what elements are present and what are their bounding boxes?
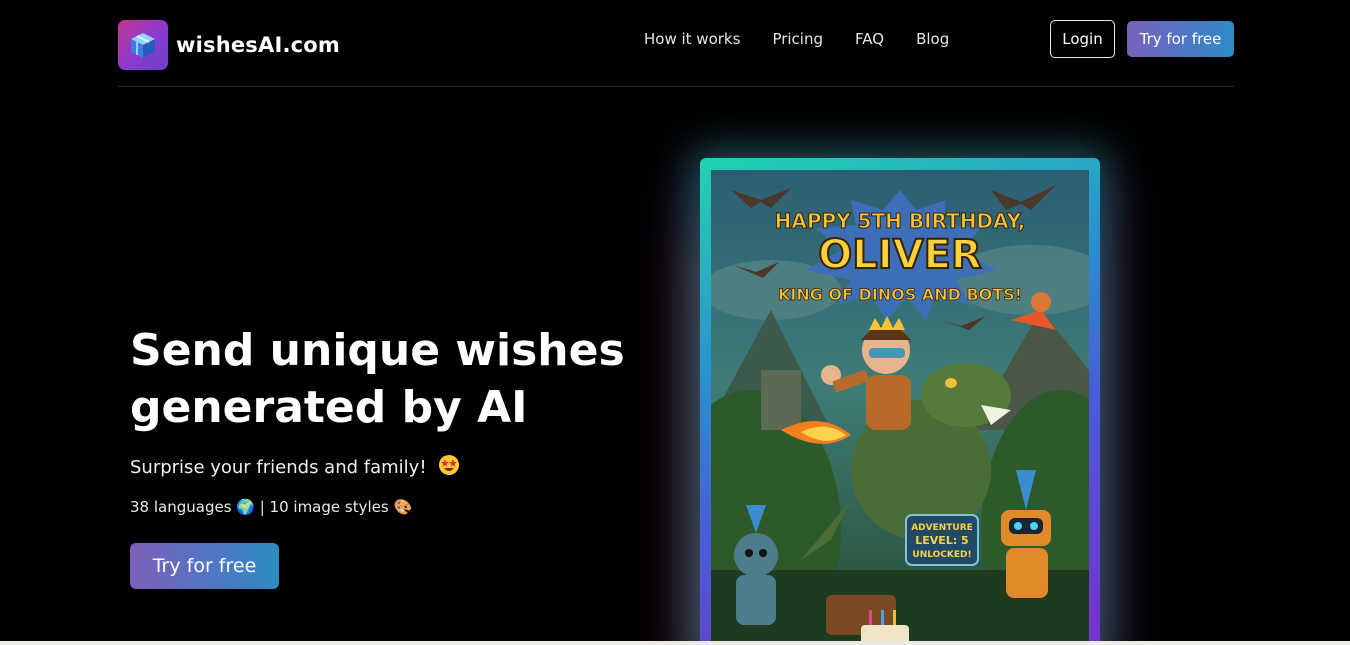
- site-header: wishesAI.com How it works Pricing FAQ Bl…: [118, 0, 1234, 87]
- nav-faq[interactable]: FAQ: [855, 30, 884, 48]
- card-badge-line1: ADVENTURE: [911, 523, 973, 533]
- card-badge-line2: LEVEL: 5: [915, 534, 968, 547]
- logo-text: wishesAI.com: [176, 33, 340, 57]
- nav-how-it-works[interactable]: How it works: [644, 30, 740, 48]
- birthday-card-illustration: HAPPY 5TH BIRTHDAY, OLIVER KING OF DINOS…: [711, 170, 1089, 645]
- page: wishesAI.com How it works Pricing FAQ Bl…: [0, 0, 1350, 645]
- main-nav: How it works Pricing FAQ Blog: [644, 30, 949, 48]
- bottom-strip: [0, 641, 1350, 645]
- hero-title: Send unique wishes generated by AI: [130, 325, 625, 433]
- card-greeting-line3: KING OF DINOS AND BOTS!: [778, 285, 1022, 304]
- star-struck-emoji-icon: [438, 454, 460, 481]
- gift-box-icon: [118, 20, 168, 70]
- nav-blog[interactable]: Blog: [916, 30, 949, 48]
- login-button[interactable]: Login: [1050, 20, 1115, 58]
- card-name: OLIVER: [818, 232, 981, 278]
- try-for-free-hero-button[interactable]: Try for free: [130, 543, 279, 589]
- nav-pricing[interactable]: Pricing: [772, 30, 823, 48]
- try-for-free-nav-button[interactable]: Try for free: [1127, 21, 1234, 57]
- birthday-card-image: HAPPY 5TH BIRTHDAY, OLIVER KING OF DINOS…: [711, 170, 1089, 645]
- hero-meta: 38 languages 🌍 | 10 image styles 🎨: [130, 498, 413, 516]
- hero-subtitle-text: Surprise your friends and family!: [130, 457, 427, 478]
- card-greeting-line1: HAPPY 5TH BIRTHDAY,: [775, 209, 1026, 233]
- hero-subtitle: Surprise your friends and family!: [130, 454, 460, 481]
- logo[interactable]: wishesAI.com: [118, 20, 340, 70]
- card-badge-line3: UNLOCKED!: [912, 550, 971, 560]
